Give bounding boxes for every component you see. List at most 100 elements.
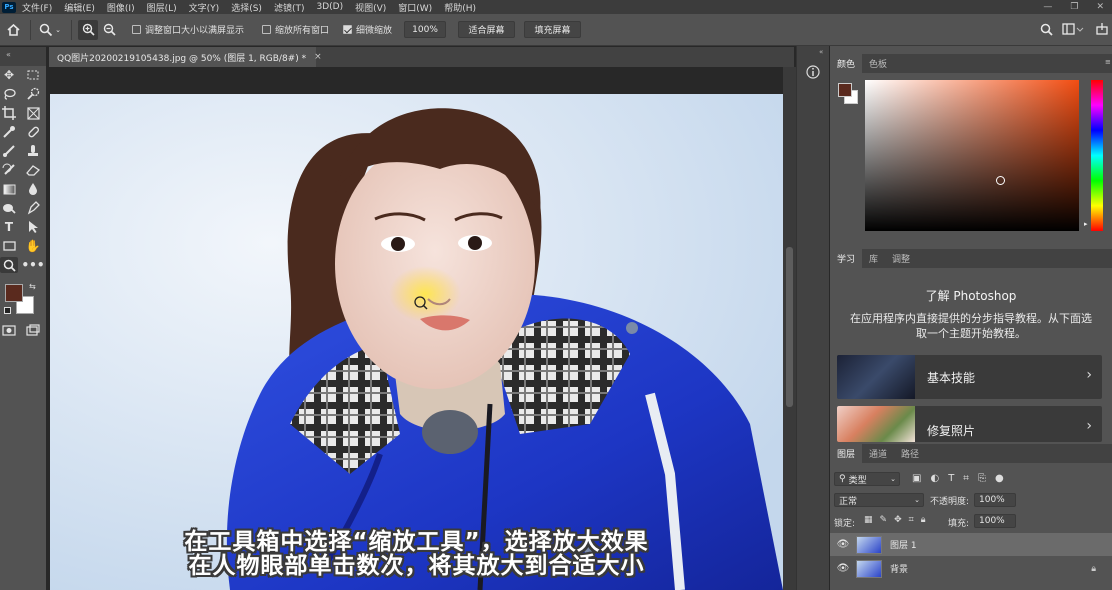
crop-tool-icon[interactable]: [0, 105, 18, 121]
type-tool-icon[interactable]: T: [0, 219, 18, 235]
share-icon[interactable]: [1096, 23, 1108, 35]
eraser-tool-icon[interactable]: [24, 162, 42, 178]
menu-help[interactable]: 帮助(H): [444, 1, 476, 14]
tab-swatches[interactable]: 色板: [862, 54, 894, 73]
fill-field[interactable]: 100%: [974, 514, 1016, 528]
eye-icon[interactable]: 👁︎: [830, 563, 856, 574]
filter-type-icon[interactable]: T: [948, 473, 954, 484]
zoom-out-icon[interactable]: [98, 23, 120, 36]
screen-mode-icon[interactable]: [24, 322, 42, 338]
quick-selection-icon[interactable]: [24, 86, 42, 102]
blend-mode-select[interactable]: 正常 ⌄: [834, 493, 924, 507]
tab-paths[interactable]: 路径: [894, 444, 926, 463]
foreground-color-swatch[interactable]: [5, 284, 23, 302]
dodge-tool-icon[interactable]: [0, 200, 18, 216]
rectangle-tool-icon[interactable]: [0, 238, 18, 254]
filter-shape-icon[interactable]: ⌗: [963, 473, 969, 484]
tab-adjustments[interactable]: 调整: [885, 249, 917, 268]
color-picker-cursor[interactable]: [996, 176, 1005, 185]
color-panel-menu-icon[interactable]: ≡: [1105, 58, 1111, 66]
eye-icon[interactable]: 👁︎: [830, 539, 856, 550]
path-selection-icon[interactable]: [24, 219, 42, 235]
close-document-icon[interactable]: ×: [314, 52, 322, 62]
resize-windows-checkbox[interactable]: [132, 25, 141, 34]
zoom-tool-icon[interactable]: [0, 257, 18, 273]
blur-tool-icon[interactable]: [24, 181, 42, 197]
scrubby-zoom-checkbox[interactable]: [343, 25, 353, 34]
menu-layer[interactable]: 图层(L): [147, 1, 177, 14]
zoom-all-checkbox[interactable]: [262, 25, 272, 34]
frame-tool-icon[interactable]: [24, 105, 42, 121]
zoom-percent-field[interactable]: 100%: [404, 21, 447, 38]
tab-learn[interactable]: 学习: [830, 249, 863, 268]
resize-windows-option[interactable]: 调整窗口大小以满屏显示: [132, 23, 244, 36]
lock-all-icon[interactable]: 🔒︎: [921, 515, 926, 525]
lock-image-icon[interactable]: ✎: [880, 515, 888, 525]
color-picker-field[interactable]: [865, 80, 1079, 231]
scrollbar-thumb[interactable]: [786, 247, 793, 407]
collapse-panels-icon[interactable]: «: [819, 48, 823, 56]
tab-color[interactable]: 颜色: [830, 54, 863, 73]
move-tool-icon[interactable]: ✥: [0, 67, 18, 83]
tab-layers[interactable]: 图层: [830, 444, 863, 463]
zoom-in-icon[interactable]: [78, 19, 98, 40]
info-icon[interactable]: [806, 65, 820, 82]
marquee-tool-icon[interactable]: [24, 67, 42, 83]
lock-transparent-icon[interactable]: ▦: [864, 515, 873, 525]
opacity-field[interactable]: 100%: [974, 493, 1016, 507]
quick-mask-icon[interactable]: [0, 322, 18, 338]
swap-colors-icon[interactable]: ⇆: [29, 282, 36, 291]
brush-tool-icon[interactable]: [0, 143, 18, 159]
vertical-scrollbar[interactable]: [783, 67, 796, 590]
menu-type[interactable]: 文字(Y): [189, 1, 220, 14]
workspace-icon[interactable]: [1062, 23, 1084, 36]
restore-icon[interactable]: ❐: [1070, 2, 1078, 12]
learn-card-basic-skills[interactable]: 基本技能 ›: [837, 355, 1102, 399]
home-icon[interactable]: [0, 23, 26, 36]
layer-row-layer1[interactable]: 👁︎ 图层 1: [830, 533, 1112, 556]
menu-3d[interactable]: 3D(D): [316, 2, 343, 12]
eyedropper-icon[interactable]: [0, 124, 18, 140]
menu-window[interactable]: 窗口(W): [398, 1, 432, 14]
filter-smart-object-icon[interactable]: ⎘: [978, 473, 986, 484]
close-window-icon[interactable]: ✕: [1096, 2, 1104, 12]
filter-adjustment-icon[interactable]: ◐: [930, 473, 939, 484]
lock-artboard-icon[interactable]: ⌗: [909, 515, 914, 525]
tab-channels[interactable]: 通道: [862, 444, 894, 463]
lock-position-icon[interactable]: ✥: [894, 515, 902, 525]
layer-row-background[interactable]: 👁︎ 背景 🔒︎: [830, 557, 1112, 580]
default-colors-icon[interactable]: [4, 307, 11, 314]
search-icon[interactable]: [1040, 23, 1053, 36]
fit-screen-button[interactable]: 适合屏幕: [458, 21, 516, 38]
healing-brush-icon[interactable]: [24, 124, 42, 140]
hand-tool-icon[interactable]: ✋: [24, 238, 42, 254]
gradient-tool-icon[interactable]: [0, 181, 18, 197]
menu-select[interactable]: 选择(S): [231, 1, 262, 14]
hue-slider[interactable]: [1091, 80, 1103, 231]
pen-tool-icon[interactable]: [24, 200, 42, 216]
color-panel-foreground-swatch[interactable]: [838, 83, 852, 97]
minimize-icon[interactable]: —: [1043, 2, 1052, 12]
filter-toggle-icon[interactable]: ●: [995, 473, 1004, 484]
clone-stamp-icon[interactable]: [24, 143, 42, 159]
menu-image[interactable]: 图像(I): [107, 1, 135, 14]
filter-pixel-icon[interactable]: ▣: [912, 473, 921, 484]
collapse-icon[interactable]: «: [6, 50, 11, 59]
hue-slider-handle-icon[interactable]: ▸: [1084, 220, 1088, 228]
menu-filter[interactable]: 滤镜(T): [274, 1, 305, 14]
tab-libraries[interactable]: 库: [862, 249, 885, 268]
layer-filter-select[interactable]: ⚲ 类型 ⌄: [834, 472, 900, 486]
fill-screen-button[interactable]: 填充屏幕: [524, 21, 582, 38]
zoom-all-option[interactable]: 缩放所有窗口: [262, 23, 329, 36]
menu-file[interactable]: 文件(F): [22, 1, 52, 14]
scrubby-zoom-option[interactable]: 细微缩放: [343, 23, 392, 36]
lasso-tool-icon[interactable]: [0, 86, 18, 102]
more-tools-icon[interactable]: •••: [22, 257, 45, 273]
document-canvas[interactable]: 在工具箱中选择“缩放工具”，选择放大效果 在人物眼部单击数次，将其放大到合适大小: [50, 94, 783, 590]
learn-card-fix-photos[interactable]: 修复照片 ›: [837, 406, 1102, 442]
history-brush-icon[interactable]: [0, 162, 18, 178]
document-tab[interactable]: QQ图片20200219105438.jpg @ 50% (图层 1, RGB/…: [49, 47, 322, 67]
zoom-tool-preset-icon[interactable]: ⌄: [35, 23, 65, 37]
menu-edit[interactable]: 编辑(E): [64, 1, 95, 14]
menu-view[interactable]: 视图(V): [355, 1, 386, 14]
